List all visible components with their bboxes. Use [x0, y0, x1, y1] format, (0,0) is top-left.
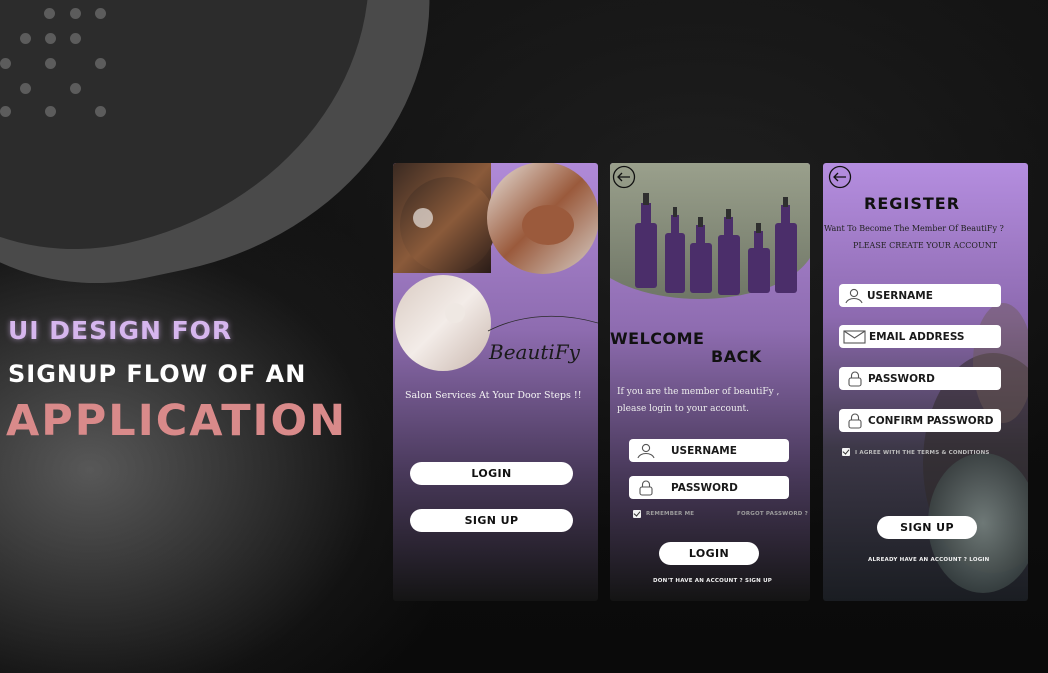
manicure-photo [395, 275, 491, 371]
remember-me-checkbox[interactable] [633, 510, 641, 518]
lock-icon [848, 412, 862, 429]
dot-grid [0, 0, 120, 120]
brand-logo: BeautiFy [489, 340, 580, 364]
dot [95, 8, 106, 19]
email-field[interactable]: EMAIL ADDRESS [839, 325, 1001, 348]
dot [45, 33, 56, 44]
dot [45, 106, 56, 117]
dot [70, 8, 81, 19]
confirm-password-label: CONFIRM PASSWORD [868, 414, 994, 427]
register-subtitle: Want To Become The Member Of BeautiFy ? [824, 224, 1004, 233]
dot [70, 33, 81, 44]
register-subtitle-2: PLEASE CREATE YOUR ACCOUNT [853, 241, 998, 250]
remember-me-label: REMEMBER ME [646, 511, 695, 517]
dot [70, 83, 81, 94]
login-intro-line-1: If you are the member of beautiFy , [617, 387, 780, 397]
username-field[interactable]: USERNAME [839, 284, 1001, 307]
password-field[interactable]: PASSWORD [839, 367, 1001, 390]
dot [0, 58, 11, 69]
terms-label: I AGREE WITH THE TERMS & CONDITIONS [855, 450, 990, 456]
username-label: USERNAME [867, 289, 933, 302]
landing-screen: BeautiFy Salon Services At Your Door Ste… [393, 163, 598, 601]
headline-line-3: APPLICATION [6, 396, 348, 446]
signup-link[interactable]: DON'T HAVE AN ACCOUNT ? SIGN UP [653, 578, 772, 584]
login-button[interactable]: LOGIN [410, 462, 573, 485]
username-label: USERNAME [671, 444, 737, 457]
mail-icon [843, 329, 866, 344]
user-icon [845, 288, 863, 303]
dot [20, 33, 31, 44]
welcome-title-line-1: WELCOME [610, 329, 705, 348]
welcome-title-line-2: BACK [711, 347, 762, 366]
register-screen: REGISTER Want To Become The Member Of Be… [823, 163, 1028, 601]
dot [20, 83, 31, 94]
login-intro-line-2: please login to your account. [617, 404, 750, 414]
signup-button[interactable]: SIGN UP [877, 516, 977, 539]
email-label: EMAIL ADDRESS [869, 330, 965, 343]
signup-button[interactable]: SIGN UP [410, 509, 573, 532]
dot [0, 106, 11, 117]
register-title: REGISTER [864, 194, 961, 213]
dot [95, 58, 106, 69]
dot [95, 106, 106, 117]
user-icon [637, 443, 655, 458]
headline-line-2: SIGNUP FLOW OF AN [8, 360, 307, 388]
password-label: PASSWORD [868, 372, 935, 385]
confirm-password-field[interactable]: CONFIRM PASSWORD [839, 409, 1001, 432]
headline-line-1: UI DESIGN FOR [8, 316, 233, 345]
tagline: Salon Services At Your Door Steps !! [405, 390, 582, 401]
password-label: PASSWORD [671, 481, 738, 494]
lock-icon [848, 370, 862, 387]
terms-checkbox[interactable] [842, 448, 850, 456]
username-field[interactable]: USERNAME [629, 439, 789, 462]
dot [44, 8, 55, 19]
login-button[interactable]: LOGIN [659, 542, 759, 565]
back-arrow-icon[interactable] [612, 165, 636, 189]
password-field[interactable]: PASSWORD [629, 476, 789, 499]
login-link[interactable]: ALREADY HAVE AN ACCOUNT ? LOGIN [868, 557, 989, 563]
back-arrow-icon[interactable] [828, 165, 852, 189]
dot [45, 58, 56, 69]
lock-icon [639, 479, 653, 496]
forgot-password-link[interactable]: FORGOT PASSWORD ? [737, 511, 808, 517]
login-screen: WELCOME BACK If you are the member of be… [610, 163, 810, 601]
product-bottles-photo [610, 163, 810, 300]
